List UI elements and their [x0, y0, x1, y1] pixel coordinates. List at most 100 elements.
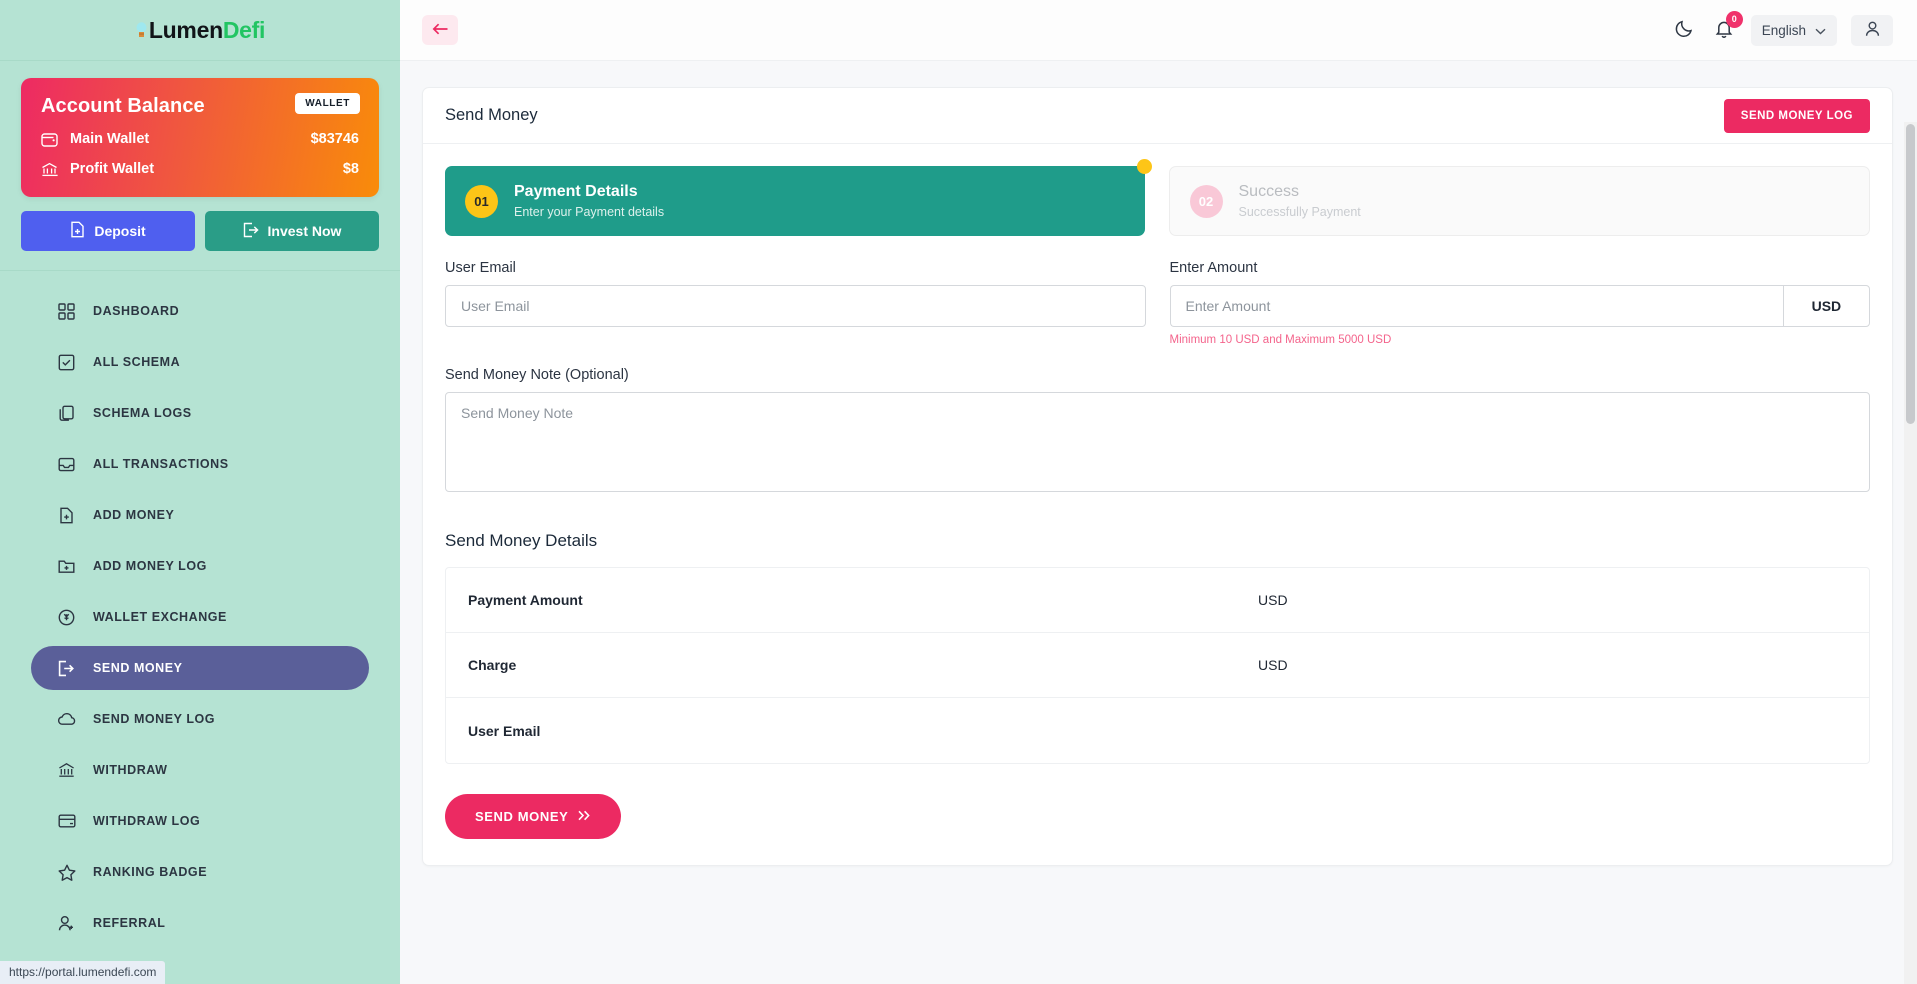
sidebar-item-all-transactions[interactable]: ALL TRANSACTIONS	[31, 442, 369, 486]
user-email-input[interactable]	[445, 285, 1146, 327]
sidebar-item-label: ALL SCHEMA	[93, 355, 180, 369]
form-row-primary: User Email Enter Amount USD Minimum 10 U…	[445, 260, 1870, 346]
topbar-right: 0 English	[1672, 15, 1893, 46]
step-title: Payment Details	[514, 181, 664, 203]
step-payment-details[interactable]: 01 Payment Details Enter your Payment de…	[445, 166, 1145, 236]
sidebar-item-all-schema[interactable]: ALL SCHEMA	[31, 340, 369, 384]
balance-label: Profit Wallet	[70, 161, 343, 177]
moon-icon	[1675, 19, 1694, 41]
user-icon	[1865, 21, 1880, 40]
amount-helper-text: Minimum 10 USD and Maximum 5000 USD	[1170, 334, 1871, 346]
inbox-icon	[57, 455, 76, 474]
page-title: Send Money	[445, 106, 538, 125]
field-group-note: Send Money Note (Optional)	[445, 367, 1870, 497]
deposit-button[interactable]: Deposit	[21, 211, 195, 251]
detail-value: USD	[1258, 592, 1288, 608]
field-group-amount: Enter Amount USD Minimum 10 USD and Maxi…	[1170, 260, 1871, 346]
cloud-icon	[57, 710, 76, 729]
amount-currency-addon: USD	[1783, 285, 1870, 327]
language-selector[interactable]: English	[1751, 15, 1837, 46]
status-bar-url: https://portal.lumendefi.com	[0, 961, 165, 984]
sidebar-item-label: SEND MONEY	[93, 661, 183, 675]
step-number: 02	[1190, 185, 1223, 218]
sidebar-item-referral[interactable]: REFERRAL	[31, 901, 369, 945]
theme-toggle-button[interactable]	[1672, 16, 1697, 44]
step-success: 02 Success Successfully Payment	[1169, 166, 1871, 236]
user-profile-button[interactable]	[1851, 15, 1893, 46]
app-root: Lumen Defi Account Balance WALLET Main W…	[0, 0, 1917, 984]
sidebar: Lumen Defi Account Balance WALLET Main W…	[0, 0, 400, 984]
step-title: Success	[1239, 181, 1361, 203]
account-balance-card: Account Balance WALLET Main Wallet $8374…	[21, 78, 379, 197]
lightbulb-icon	[135, 18, 148, 35]
users-icon	[57, 914, 76, 933]
arrow-left-icon	[432, 22, 449, 39]
bank-icon	[57, 761, 76, 780]
sidebar-item-withdraw-log[interactable]: WITHDRAW LOG	[31, 799, 369, 843]
note-label: Send Money Note (Optional)	[445, 367, 1870, 383]
step-subtitle: Enter your Payment details	[514, 203, 664, 222]
sidebar-item-label: WITHDRAW	[93, 763, 168, 777]
sidebar-item-label: SCHEMA LOGS	[93, 406, 192, 420]
exchange-icon	[57, 608, 76, 627]
notification-count-badge: 0	[1726, 11, 1743, 28]
balance-value: $83746	[311, 131, 359, 147]
sidebar-item-label: WITHDRAW LOG	[93, 814, 200, 828]
table-row: Payment Amount USD	[446, 568, 1869, 633]
login-arrow-icon	[243, 222, 259, 241]
sidebar-item-label: ADD MONEY LOG	[93, 559, 207, 573]
detail-key: User Email	[468, 723, 1258, 739]
sidebar-item-send-money[interactable]: SEND MONEY	[31, 646, 369, 690]
amount-input[interactable]	[1170, 285, 1783, 327]
detail-key: Payment Amount	[468, 592, 1258, 608]
step-subtitle: Successfully Payment	[1239, 203, 1361, 222]
sidebar-item-label: WALLET EXCHANGE	[93, 610, 227, 624]
credit-card-icon	[57, 812, 76, 831]
wallet-icon	[41, 130, 61, 148]
logo-text-secondary: Defi	[223, 17, 265, 44]
sidebar-item-send-money-log[interactable]: SEND MONEY LOG	[31, 697, 369, 741]
back-button[interactable]	[422, 15, 458, 45]
sidebar-item-schema-logs[interactable]: SCHEMA LOGS	[31, 391, 369, 435]
sidebar-item-add-money-log[interactable]: ADD MONEY LOG	[31, 544, 369, 588]
amount-label: Enter Amount	[1170, 260, 1871, 276]
note-textarea[interactable]	[445, 392, 1870, 492]
sidebar-item-label: RANKING BADGE	[93, 865, 207, 879]
notification-button[interactable]: 0	[1711, 16, 1737, 45]
user-email-label: User Email	[445, 260, 1146, 276]
send-arrow-icon	[57, 659, 76, 678]
star-icon	[57, 863, 76, 882]
send-money-log-button[interactable]: SEND MONEY LOG	[1724, 99, 1870, 133]
brand-logo[interactable]: Lumen Defi	[0, 0, 400, 61]
language-selector-value: English	[1762, 23, 1806, 38]
sidebar-item-withdraw[interactable]: WITHDRAW	[31, 748, 369, 792]
card-header: Send Money SEND MONEY LOG	[423, 88, 1892, 144]
sidebar-item-label: ADD MONEY	[93, 508, 174, 522]
grid-icon	[57, 302, 76, 321]
card-body: 01 Payment Details Enter your Payment de…	[423, 144, 1892, 865]
sidebar-item-dashboard[interactable]: DASHBOARD	[31, 289, 369, 333]
sidebar-item-label: REFERRAL	[93, 916, 165, 930]
send-money-submit-button[interactable]: SEND MONEY	[445, 794, 621, 839]
balance-value: $8	[343, 161, 359, 177]
double-chevron-right-icon	[577, 809, 591, 824]
sidebar-item-add-money[interactable]: ADD MONEY	[31, 493, 369, 537]
file-plus-icon	[70, 221, 85, 241]
deposit-button-label: Deposit	[94, 223, 145, 239]
vertical-scrollbar[interactable]	[1904, 122, 1917, 984]
table-row: Charge USD	[446, 633, 1869, 698]
balance-row-profit-wallet: Profit Wallet $8	[41, 160, 359, 178]
send-money-details-table: Payment Amount USD Charge USD User Email	[445, 567, 1870, 764]
invest-now-button[interactable]: Invest Now	[205, 211, 379, 251]
page-content: Send Money SEND MONEY LOG 01 Payment Det…	[400, 61, 1917, 984]
topbar: 0 English	[400, 0, 1917, 61]
scrollbar-thumb[interactable]	[1906, 124, 1915, 424]
send-money-submit-label: SEND MONEY	[475, 809, 568, 824]
sidebar-item-wallet-exchange[interactable]: WALLET EXCHANGE	[31, 595, 369, 639]
logo-text-primary: Lumen	[149, 17, 223, 44]
folder-plus-icon	[57, 557, 76, 576]
sidebar-item-ranking-badge[interactable]: RANKING BADGE	[31, 850, 369, 894]
balance-row-main-wallet: Main Wallet $83746	[41, 130, 359, 148]
step-active-dot-icon	[1137, 159, 1152, 174]
check-square-icon	[57, 353, 76, 372]
